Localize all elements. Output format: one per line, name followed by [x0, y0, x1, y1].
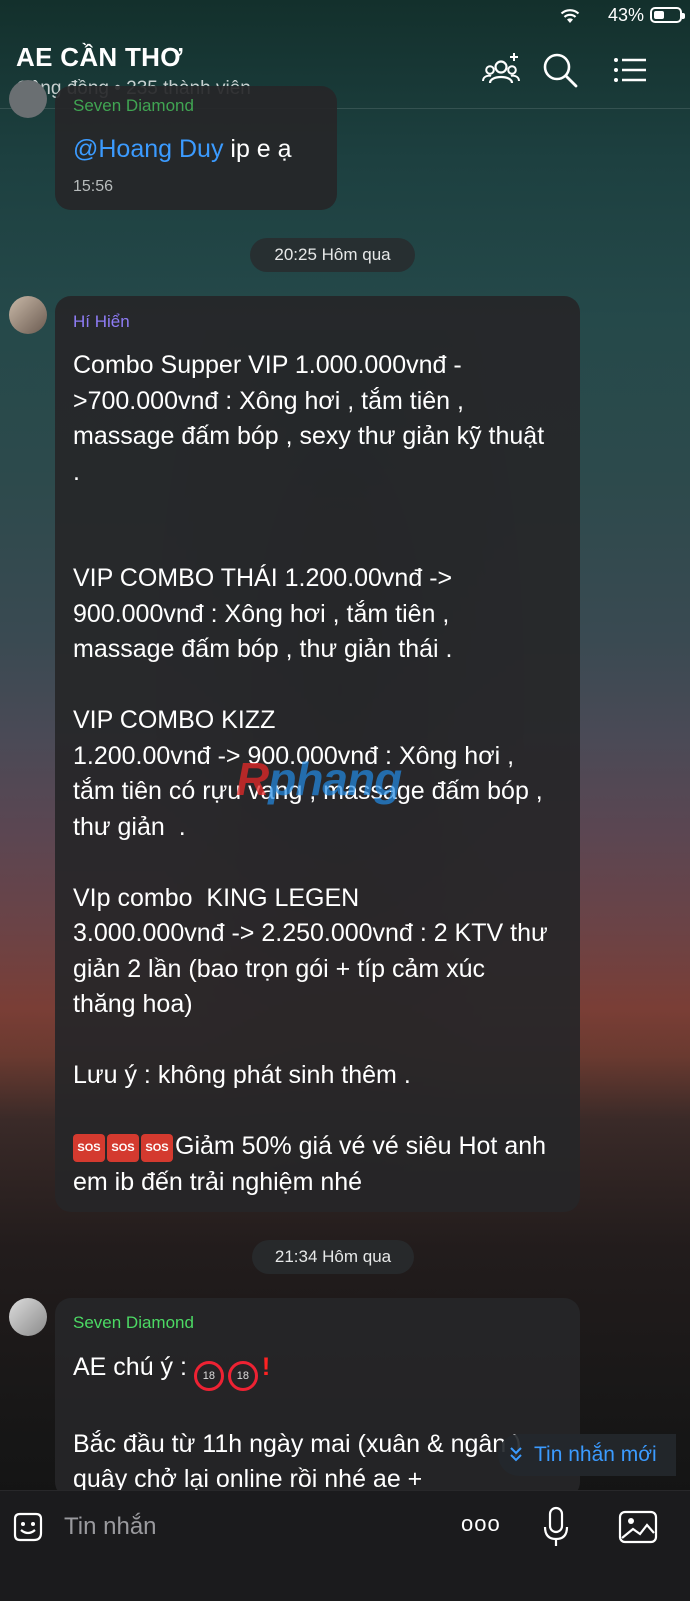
double-chevron-down-icon — [510, 1447, 522, 1462]
no-under-18-emoji: 18 — [227, 1361, 258, 1391]
date-separator: 21:34 Hôm qua — [252, 1240, 414, 1274]
sender-name[interactable]: Seven Diamond — [73, 1313, 194, 1333]
sos-emoji: SOS — [107, 1134, 139, 1162]
sos-emoji: SOS — [73, 1134, 105, 1162]
sos-emoji: SOS — [141, 1134, 173, 1162]
message-body: Bắc đầu từ 11h ngày mai (xuân & ngân ) q… — [73, 1429, 522, 1494]
exclamation-emoji: ! — [261, 1353, 271, 1381]
status-bar: 43% — [0, 0, 690, 32]
message-input-bar: Tin nhắn ooo — [0, 1490, 690, 1601]
microphone-icon[interactable] — [540, 1505, 572, 1549]
avatar[interactable] — [9, 80, 47, 118]
no-under-18-emoji: 18 — [193, 1361, 224, 1391]
search-icon[interactable] — [540, 50, 580, 90]
battery-icon — [650, 7, 685, 23]
more-options-icon[interactable]: ooo — [461, 1511, 501, 1537]
avatar[interactable] — [9, 1298, 47, 1336]
message-head: AE chú ý : — [73, 1353, 194, 1381]
message-bubble[interactable]: Seven Diamond @Hoang Duy ip e ạ 15:56 — [55, 86, 337, 210]
message-body: Combo Supper VIP 1.000.000vnđ ->700.000v… — [73, 351, 548, 1089]
sender-name[interactable]: Hí Hiển — [73, 312, 130, 332]
message-text: @Hoang Duy ip e ạ — [73, 132, 292, 168]
new-messages-label: Tin nhắn mới — [534, 1443, 657, 1466]
message-input[interactable]: Tin nhắn — [64, 1513, 157, 1541]
group-title[interactable]: AE CẦN THƠ — [16, 42, 183, 73]
date-separator: 20:25 Hôm qua — [250, 238, 415, 272]
image-gallery-icon[interactable] — [618, 1509, 658, 1545]
avatar[interactable] — [9, 296, 47, 334]
message-text: AE chú ý : 18 18! Bắc đầu từ 11h ngày mai… — [73, 1350, 553, 1498]
sticker-icon[interactable] — [10, 1509, 46, 1545]
battery-fill — [654, 11, 665, 19]
message-time: 15:56 — [73, 178, 114, 195]
add-member-icon[interactable] — [481, 50, 521, 90]
wifi-icon — [560, 9, 580, 23]
message-bubble[interactable]: Seven Diamond AE chú ý : 18 18! Bắc đầu t… — [55, 1298, 580, 1498]
menu-list-icon[interactable] — [610, 50, 650, 90]
mention-link[interactable]: @Hoang Duy — [73, 135, 223, 163]
message-body: ip e ạ — [223, 135, 292, 163]
battery-percentage: 43% — [607, 5, 644, 25]
sender-name[interactable]: Seven Diamond — [73, 96, 194, 116]
new-messages-button[interactable]: Tin nhắn mới — [498, 1434, 676, 1476]
watermark-logo: Rphang — [236, 753, 402, 805]
